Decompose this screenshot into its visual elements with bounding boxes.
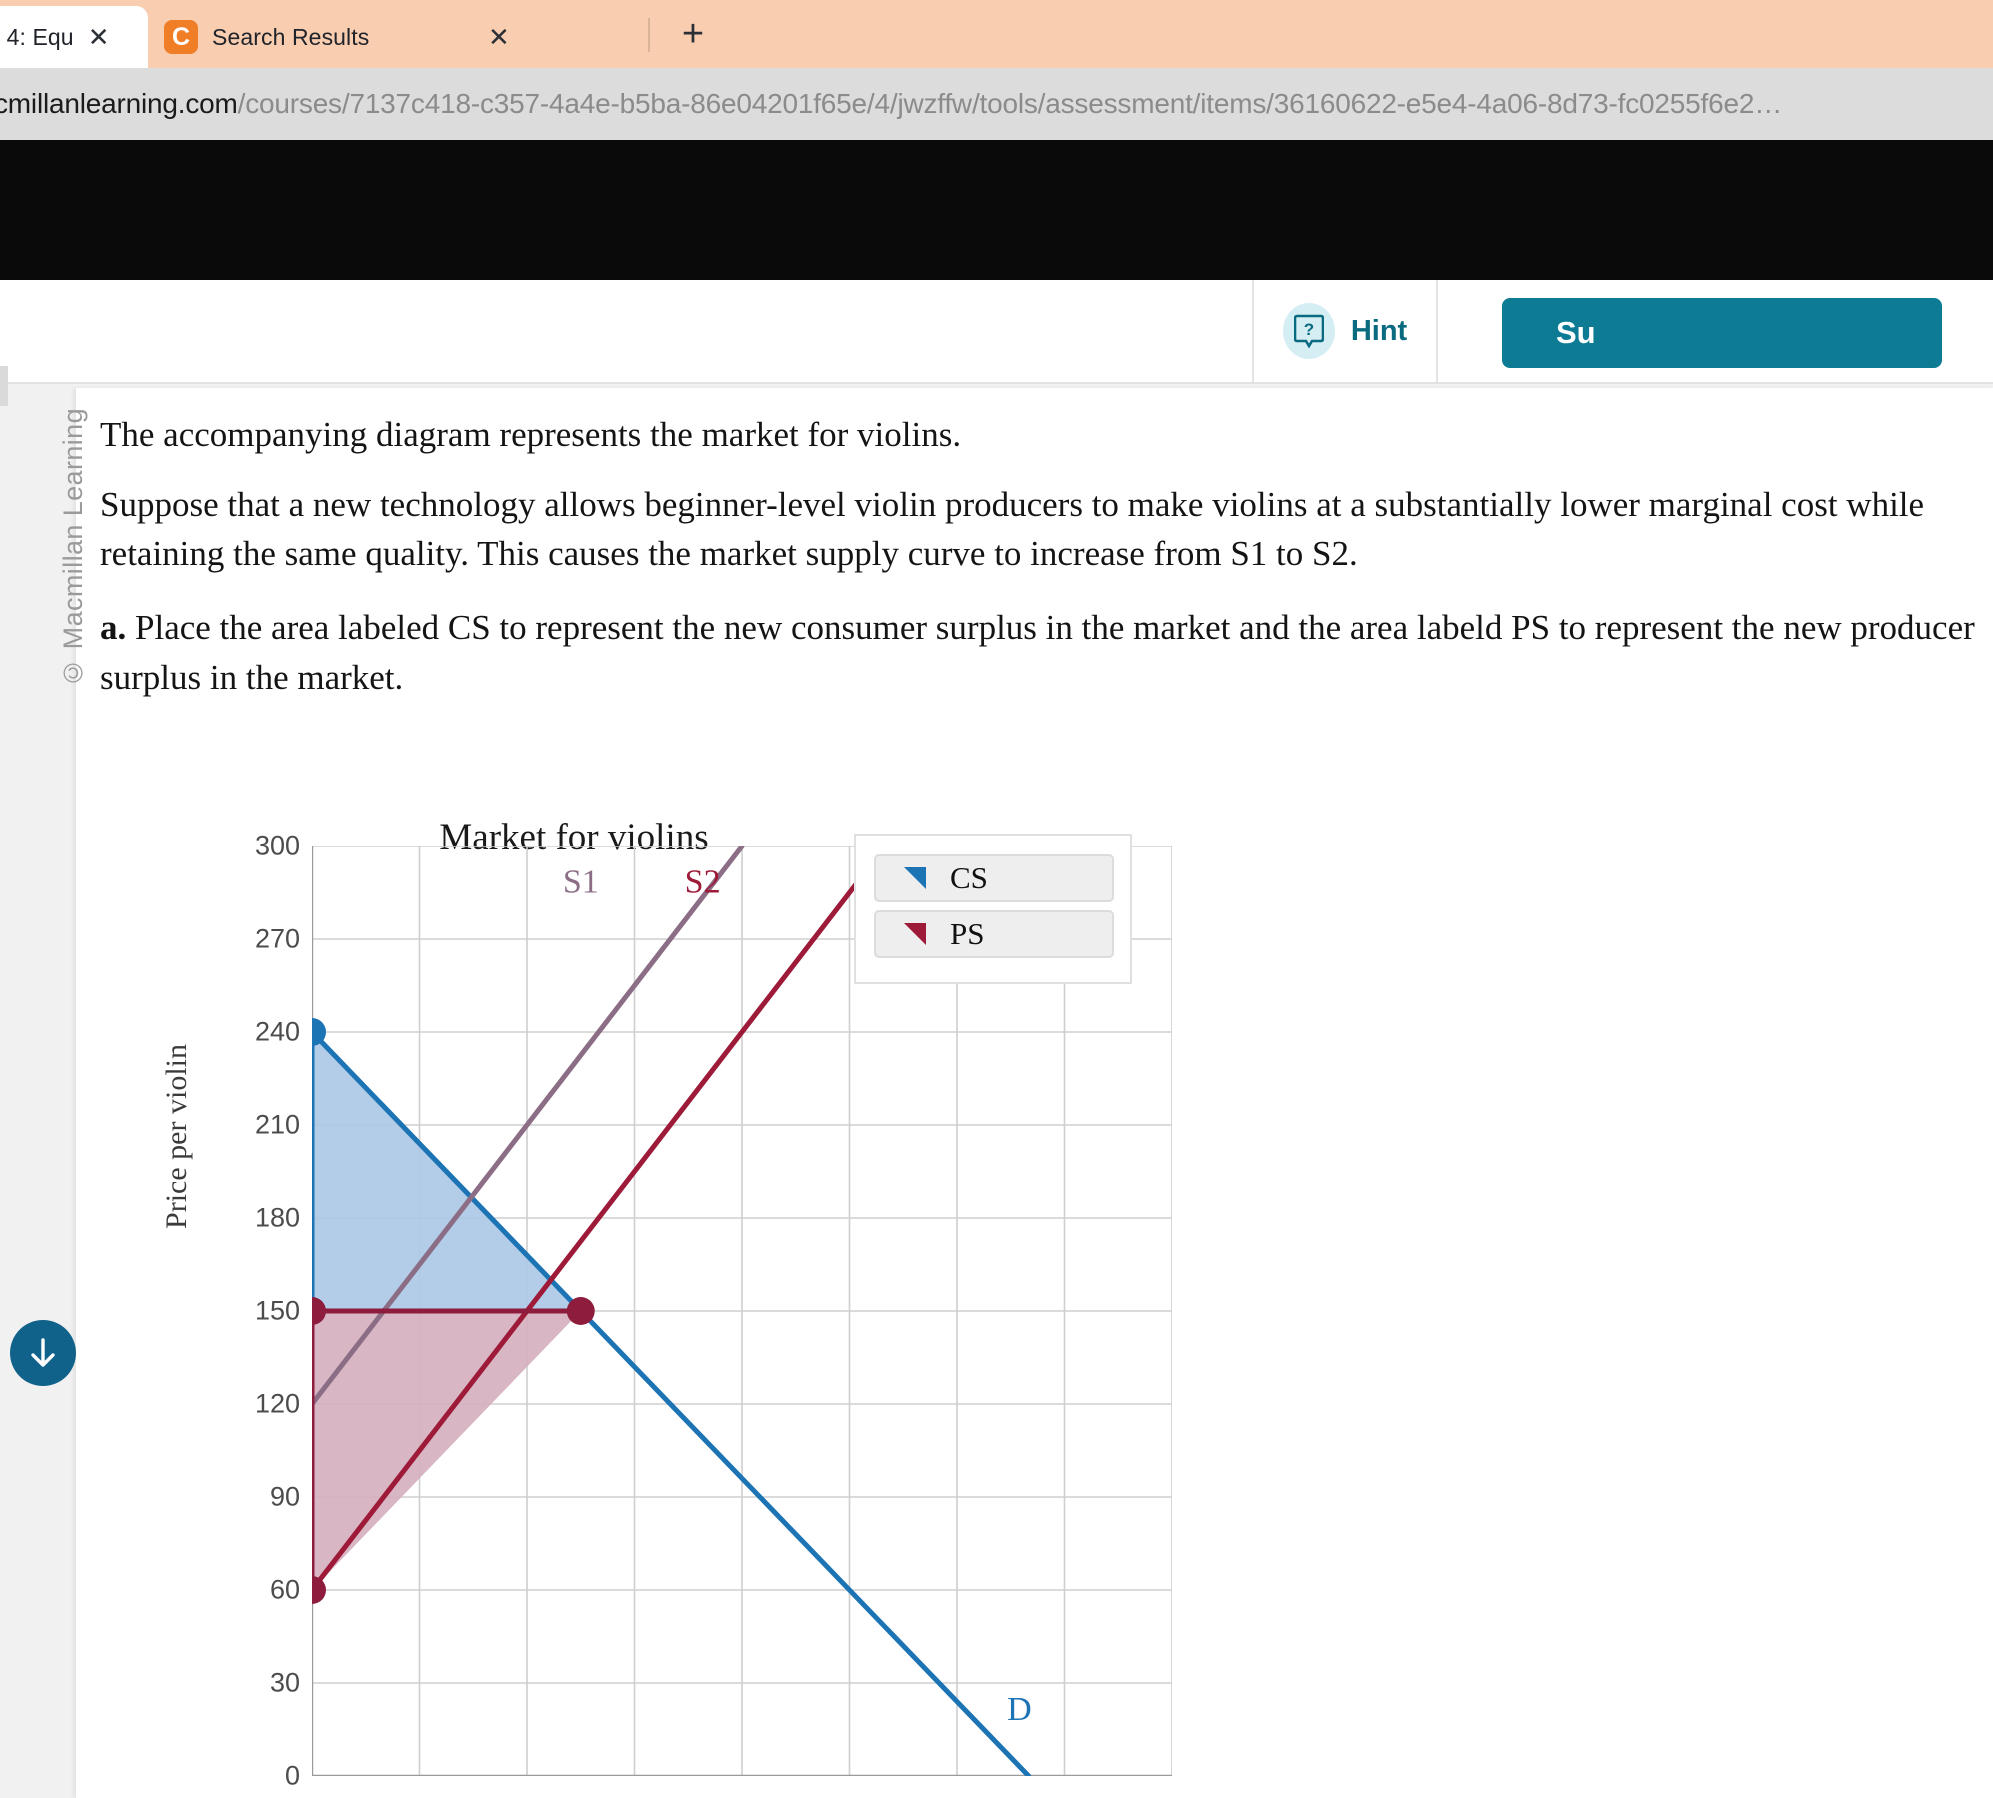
tab-title: Ch. 4: Equ [0, 23, 74, 50]
y-tick-label: 150 [254, 1295, 300, 1326]
palette-label-cs: CS [950, 860, 988, 895]
palette-label-ps: PS [950, 916, 985, 951]
y-tick-label: 210 [254, 1109, 300, 1140]
curve-label-d: D [1007, 1691, 1032, 1728]
palette-item-ps[interactable]: PS [874, 910, 1114, 958]
macmillan-watermark: © Macmillan Learning [58, 408, 88, 688]
surplus-palette: CS PS [854, 834, 1132, 984]
market-chart: Market for violins Price per violin 300 2… [154, 816, 1174, 1796]
tab-strip: Ch. 4: Equ ✕ C Search Results ✕ + [0, 0, 1993, 68]
url-host: cmillanlearning.com [0, 88, 238, 119]
part-label: a. [100, 608, 127, 648]
cs-swatch-icon [902, 865, 928, 891]
tab-title: Search Results [212, 23, 370, 50]
assessment-toolbar: ? Hint Su [0, 280, 1993, 384]
curve-label-s1: S1 [563, 864, 599, 901]
tab-ch4-equilibrium[interactable]: Ch. 4: Equ ✕ [0, 6, 148, 68]
equilibrium-marker[interactable] [566, 1297, 595, 1325]
new-tab-button[interactable]: + [672, 14, 714, 56]
curve-label-s2: S2 [685, 864, 721, 901]
chegg-favicon-icon: C [164, 20, 198, 54]
y-tick-label: 120 [254, 1388, 300, 1419]
y-tick-label: 0 [284, 1760, 300, 1791]
close-icon[interactable]: ✕ [488, 24, 510, 50]
tab-search-results[interactable]: C Search Results ✕ [148, 6, 568, 68]
submit-button[interactable]: Su [1502, 298, 1942, 368]
hint-label: Hint [1350, 314, 1408, 347]
left-rail-marker [0, 366, 8, 406]
endpoint-marker-s2[interactable] [312, 1576, 326, 1604]
svg-text:?: ? [1304, 320, 1314, 339]
y-tick-label: 60 [269, 1574, 300, 1605]
y-tick-label: 300 [254, 830, 300, 861]
url-path: /courses/7137c418-c357-4a4e-b5ba-86e0420… [237, 88, 1783, 119]
y-axis-ticks: 300 270 240 210 180 150 120 90 60 30 0 [154, 816, 300, 1796]
y-tick-label: 270 [254, 923, 300, 954]
question-card: © Macmillan Learning The accompanying di… [58, 388, 1993, 1798]
question-scenario: Suppose that a new technology allows beg… [100, 484, 1925, 574]
address-bar[interactable]: cmillanlearning.com/courses/7137c418-c35… [0, 68, 1993, 140]
question-bubble-icon: ? [1282, 303, 1335, 359]
close-icon[interactable]: ✕ [88, 24, 110, 50]
ps-swatch-icon [902, 921, 928, 947]
y-tick-label: 90 [269, 1481, 300, 1512]
browser-window: Ch. 4: Equ ✕ C Search Results ✕ + cmilla… [0, 0, 1993, 1798]
site-header-bar [0, 140, 1993, 280]
y-tick-label: 30 [269, 1667, 300, 1698]
scroll-down-button[interactable] [10, 1320, 76, 1386]
y-tick-label: 180 [254, 1202, 300, 1233]
tab-divider [648, 18, 650, 52]
question-intro: The accompanying diagram represents the … [100, 415, 962, 454]
question-text: The accompanying diagram represents the … [100, 410, 1980, 726]
arrow-down-icon [31, 1338, 55, 1367]
palette-item-cs[interactable]: CS [874, 854, 1114, 902]
question-part-a: a. Place the area labeled CS to represen… [100, 603, 1980, 702]
y-tick-label: 240 [254, 1016, 300, 1047]
url-text: cmillanlearning.com/courses/7137c418-c35… [0, 88, 1782, 120]
chart-plot-area[interactable]: D S1 S2 [312, 846, 1172, 1776]
hint-button[interactable]: ? Hint [1252, 280, 1438, 382]
part-text: Place the area labeled CS to represent t… [100, 608, 1975, 697]
